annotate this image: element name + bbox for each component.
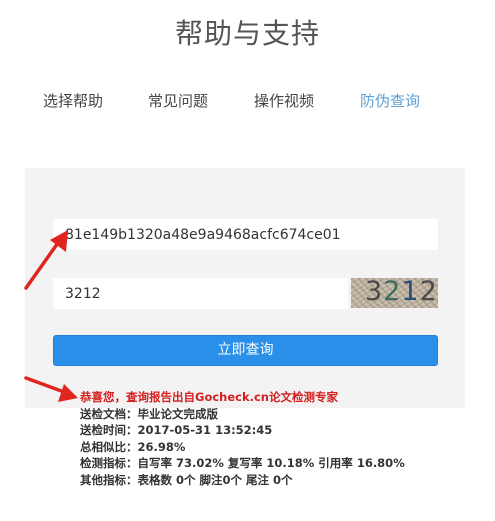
captcha-char: 2 [383, 278, 402, 307]
tab-select-help[interactable]: 选择帮助 [43, 90, 103, 111]
captcha-char: 3 [365, 278, 384, 307]
result-message: 恭喜您，查询报告出自Gocheck.cn论文检测专家 [80, 390, 338, 404]
result-other-metrics: 其他指标：表格数 0个 脚注0个 尾注 0个 [80, 472, 293, 487]
page-title: 帮助与支持 [174, 17, 320, 50]
result-document: 送检文档：毕业论文完成版 [80, 406, 218, 421]
report-code-input[interactable] [53, 219, 438, 250]
tab-anti-fake-query[interactable]: 防伪查询 [360, 90, 420, 111]
captcha-char: 2 [419, 278, 438, 307]
result-time: 送检时间：2017-05-31 13:52:45 [80, 423, 273, 437]
tab-video[interactable]: 操作视频 [254, 90, 314, 111]
help-tabs: 选择帮助 常见问题 操作视频 防伪查询 [0, 90, 495, 112]
result-similarity: 总相似比：26.98% [80, 439, 186, 454]
query-result: 恭喜您，查询报告出自Gocheck.cn论文检测专家 送检文档：毕业论文完成版 … [80, 389, 405, 488]
captcha-text: 3212 [365, 278, 438, 307]
tab-faq[interactable]: 常见问题 [148, 90, 208, 111]
captcha-char: 1 [401, 278, 420, 307]
captcha-input[interactable] [53, 278, 348, 309]
result-metrics: 检测指标：自写率 73.02% 复写率 10.18% 引用率 16.80% [80, 456, 405, 470]
captcha-image[interactable]: 3212 [351, 278, 438, 308]
query-button[interactable]: 立即查询 [53, 335, 438, 366]
